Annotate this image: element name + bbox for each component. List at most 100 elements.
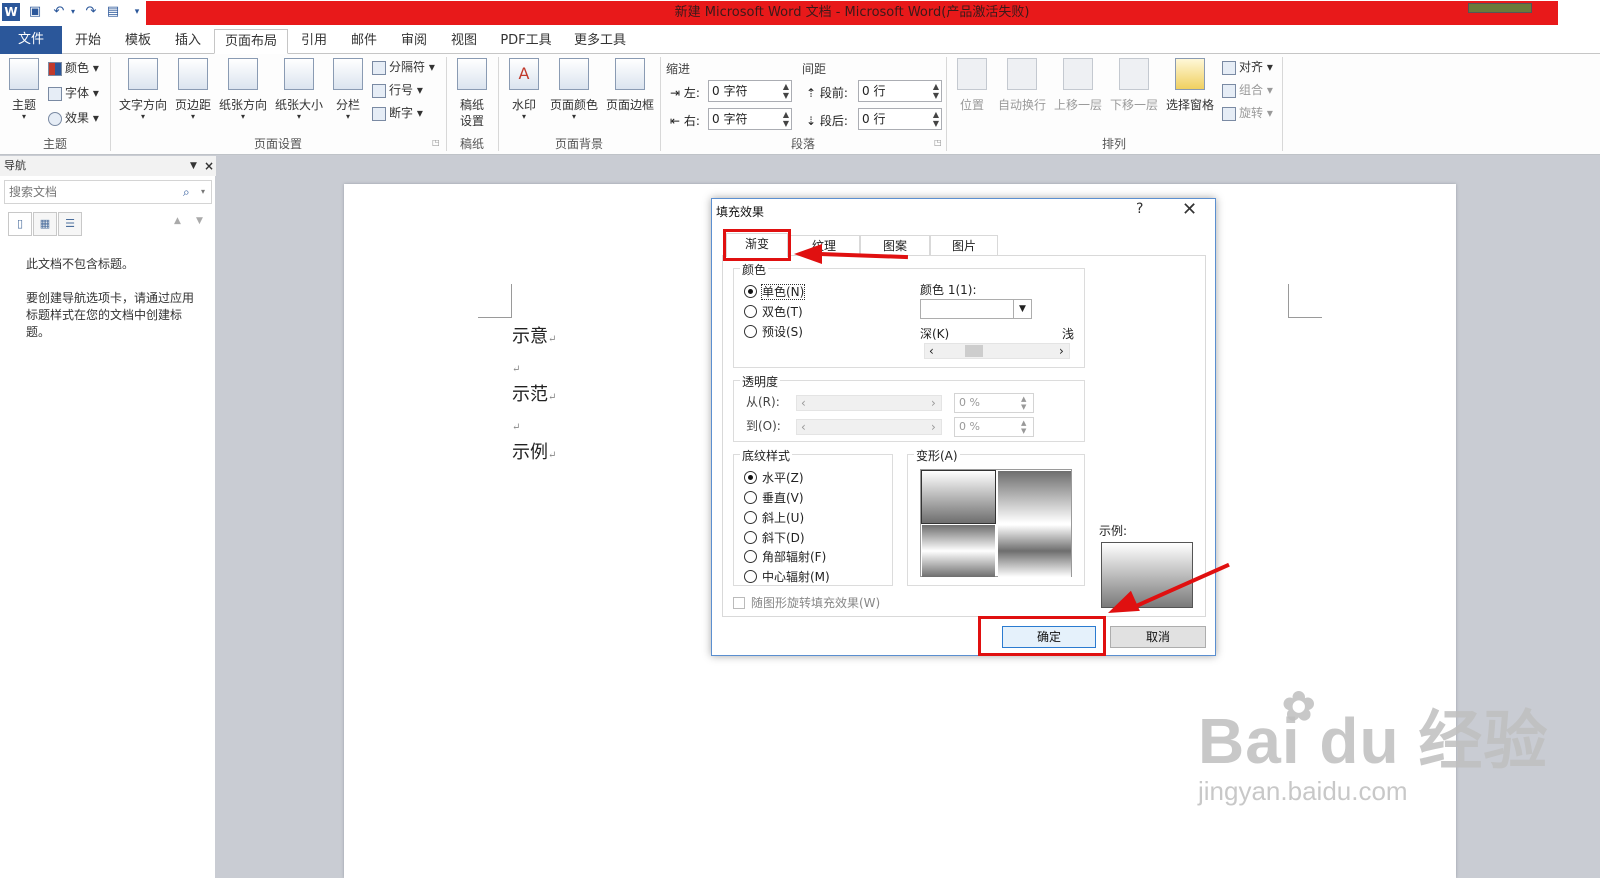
new-document-icon[interactable]: ▤ <box>104 3 122 21</box>
from-center-radio[interactable]: 中心辐射(M) <box>744 568 830 585</box>
spacing-after-input[interactable]: 0 行 ▲ ▼ <box>858 108 942 130</box>
position-button[interactable]: 位置 <box>952 56 992 126</box>
nav-pane-menu-icon[interactable]: ▼ <box>190 156 197 176</box>
tab-templates[interactable]: 模板 <box>116 29 160 54</box>
color1-picker[interactable]: ▼ <box>920 299 1032 319</box>
tab-view[interactable]: 视图 <box>442 29 486 54</box>
tab-mailings[interactable]: 邮件 <box>342 29 386 54</box>
results-view-icon[interactable]: ☰ <box>58 212 82 236</box>
breaks-button[interactable]: 分隔符 ▾ <box>372 58 435 75</box>
tab-references[interactable]: 引用 <box>292 29 336 54</box>
empty-paragraph[interactable]: ↵ <box>512 414 520 435</box>
wrap-text-button[interactable]: 自动换行 <box>994 56 1050 126</box>
document-line[interactable]: 示例↵ <box>512 438 556 464</box>
from-corner-radio[interactable]: 角部辐射(F) <box>744 548 826 565</box>
transparency-from-input[interactable]: 0 % ▲ ▼ <box>954 393 1034 413</box>
shade-slider[interactable]: ‹ › <box>924 343 1070 359</box>
document-line[interactable]: 示范↵ <box>512 380 556 406</box>
rotate-with-shape-checkbox[interactable]: 随图形旋转填充效果(W) <box>733 594 880 611</box>
diagonal-up-radio[interactable]: 斜上(U) <box>744 509 804 526</box>
chevron-left-icon[interactable]: ‹ <box>929 344 934 358</box>
document-line[interactable]: 示意↵ <box>512 322 556 348</box>
nav-search-input[interactable]: 搜索文档 ⌕ ▾ <box>4 180 212 204</box>
tab-page-layout[interactable]: 页面布局 <box>214 29 288 54</box>
orientation-button[interactable]: 纸张方向 ▾ <box>216 56 270 126</box>
nav-pane-close-icon[interactable]: × <box>204 156 214 176</box>
hyphenation-button[interactable]: 断字 ▾ <box>372 104 423 121</box>
themes-button[interactable]: 主题 ▾ <box>6 56 42 126</box>
tab-review[interactable]: 审阅 <box>392 29 436 54</box>
theme-effects-button[interactable]: 效果 ▾ <box>48 109 99 127</box>
manuscript-settings-button[interactable]: 稿纸 设置 <box>452 56 492 132</box>
indent-right-input[interactable]: 0 字符 ▲ ▼ <box>708 108 792 130</box>
watermark-button[interactable]: A 水印 ▾ <box>504 56 544 126</box>
horizontal-radio[interactable]: 水平(Z) <box>744 469 804 486</box>
indent-left-input[interactable]: 0 字符 ▲ ▼ <box>708 80 792 102</box>
margins-button[interactable]: 页边距 ▾ <box>172 56 214 126</box>
spinner-arrows-icon[interactable]: ▲ ▼ <box>933 110 939 128</box>
nav-down-icon[interactable]: ▼ <box>196 216 203 226</box>
line-numbers-button[interactable]: 行号 ▾ <box>372 81 423 98</box>
theme-fonts-button[interactable]: 字体 ▾ <box>48 84 99 102</box>
cancel-button[interactable]: 取消 <box>1110 626 1206 648</box>
variant-swatch-1[interactable] <box>921 470 996 524</box>
shade-slider-thumb[interactable] <box>965 345 983 357</box>
chevron-right-icon[interactable]: › <box>931 396 936 410</box>
two-colors-radio[interactable]: 双色(T) <box>744 303 803 320</box>
paper-size-button[interactable]: 纸张大小 ▾ <box>272 56 326 126</box>
tab-insert[interactable]: 插入 <box>166 29 210 54</box>
transparency-to-input[interactable]: 0 % ▲ ▼ <box>954 417 1034 437</box>
spacing-before-input[interactable]: 0 行 ▲ ▼ <box>858 80 942 102</box>
headings-view-icon[interactable]: ▯ <box>8 212 32 236</box>
dialog-launcher-icon[interactable]: ◳ <box>432 138 440 147</box>
page-color-button[interactable]: 页面颜色 ▾ <box>546 56 602 126</box>
word-app-icon[interactable]: W <box>2 3 20 21</box>
help-icon[interactable]: ? <box>1136 201 1143 217</box>
variant-swatch-3[interactable] <box>922 525 995 577</box>
transparency-to-slider[interactable]: ‹ › <box>796 419 942 435</box>
variant-swatch-2[interactable] <box>998 471 1071 523</box>
tab-pdf-tools[interactable]: PDF工具 <box>494 29 558 54</box>
one-color-radio[interactable]: 单色(N) <box>744 283 806 300</box>
spinner-arrows-icon[interactable]: ▲ ▼ <box>783 110 789 128</box>
tab-picture[interactable]: 图片 <box>930 235 998 256</box>
redo-icon[interactable]: ↷ <box>82 3 100 21</box>
diagonal-down-radio[interactable]: 斜下(D) <box>744 529 805 546</box>
save-icon[interactable]: ▣ <box>26 3 44 21</box>
preset-radio[interactable]: 预设(S) <box>744 323 803 340</box>
variant-swatch-4[interactable] <box>998 525 1071 577</box>
chevron-right-icon[interactable]: › <box>1059 344 1064 358</box>
send-backward-button[interactable]: 下移一层 <box>1106 56 1162 126</box>
spinner-arrows-icon[interactable]: ▲ ▼ <box>783 82 789 100</box>
align-button[interactable]: 对齐 ▾ <box>1222 58 1273 75</box>
group-objects-button[interactable]: 组合 ▾ <box>1222 81 1273 98</box>
close-icon[interactable]: ✕ <box>1182 199 1197 220</box>
text-direction-button[interactable]: 文字方向 ▾ <box>116 56 170 126</box>
selection-pane-button[interactable]: 选择窗格 <box>1162 56 1218 126</box>
nav-up-icon[interactable]: ▲ <box>174 216 181 226</box>
spinner-arrows-icon[interactable]: ▲ ▼ <box>1021 395 1026 411</box>
theme-colors-button[interactable]: 颜色 ▾ <box>48 59 99 77</box>
empty-paragraph[interactable]: ↵ <box>512 356 520 377</box>
rotate-button[interactable]: 旋转 ▾ <box>1222 104 1273 121</box>
customize-toolbar-icon[interactable]: ▾ <box>128 3 146 21</box>
spinner-arrows-icon[interactable]: ▲ ▼ <box>1021 419 1026 435</box>
chevron-left-icon[interactable]: ‹ <box>801 420 806 434</box>
columns-button[interactable]: 分栏 ▾ <box>330 56 366 126</box>
tab-more-tools[interactable]: 更多工具 <box>566 29 634 54</box>
undo-dropdown-icon[interactable]: ▾ <box>64 3 82 21</box>
spinner-arrows-icon[interactable]: ▲ ▼ <box>933 82 939 100</box>
tab-gradient[interactable]: 渐变 <box>726 233 788 257</box>
transparency-from-slider[interactable]: ‹ › <box>796 395 942 411</box>
tab-file[interactable]: 文件 <box>0 26 62 54</box>
pages-view-icon[interactable]: ▦ <box>33 212 57 236</box>
chevron-left-icon[interactable]: ‹ <box>801 396 806 410</box>
tab-home[interactable]: 开始 <box>66 29 110 54</box>
page-borders-button[interactable]: 页面边框 <box>602 56 658 126</box>
bring-forward-button[interactable]: 上移一层 <box>1050 56 1106 126</box>
vertical-radio[interactable]: 垂直(V) <box>744 489 804 506</box>
chevron-right-icon[interactable]: › <box>931 420 936 434</box>
chevron-down-icon[interactable]: ▾ <box>201 181 205 203</box>
search-icon[interactable]: ⌕ <box>183 181 190 203</box>
dialog-launcher-icon[interactable]: ◳ <box>934 138 942 147</box>
